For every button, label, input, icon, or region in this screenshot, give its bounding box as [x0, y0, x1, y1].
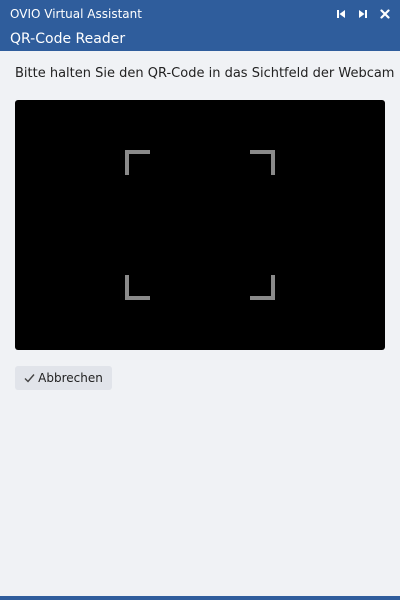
- camera-viewport: [15, 100, 385, 350]
- instruction-text: Bitte halten Sie den QR-Code in das Sich…: [15, 66, 395, 81]
- title-bar: OVIO Virtual Assistant: [0, 0, 400, 28]
- check-icon: [24, 373, 35, 383]
- skip-previous-icon[interactable]: [332, 6, 350, 22]
- app-window: OVIO Virtual Assistant QR-Code Reader Bi…: [0, 0, 400, 600]
- scan-frame-top-right: [250, 150, 275, 175]
- page-title: QR-Code Reader: [10, 31, 126, 47]
- scan-frame-top-left: [125, 150, 150, 175]
- window-controls: [332, 6, 394, 22]
- scan-frame: [125, 150, 275, 300]
- close-icon[interactable]: [376, 6, 394, 22]
- header-bar: QR-Code Reader: [0, 28, 400, 51]
- cancel-button-label: Abbrechen: [38, 371, 103, 385]
- cancel-button[interactable]: Abbrechen: [15, 366, 112, 390]
- scan-frame-bottom-right: [250, 275, 275, 300]
- skip-next-icon[interactable]: [354, 6, 372, 22]
- bottom-accent-bar: [0, 596, 400, 600]
- app-title: OVIO Virtual Assistant: [10, 7, 142, 21]
- scan-frame-bottom-left: [125, 275, 150, 300]
